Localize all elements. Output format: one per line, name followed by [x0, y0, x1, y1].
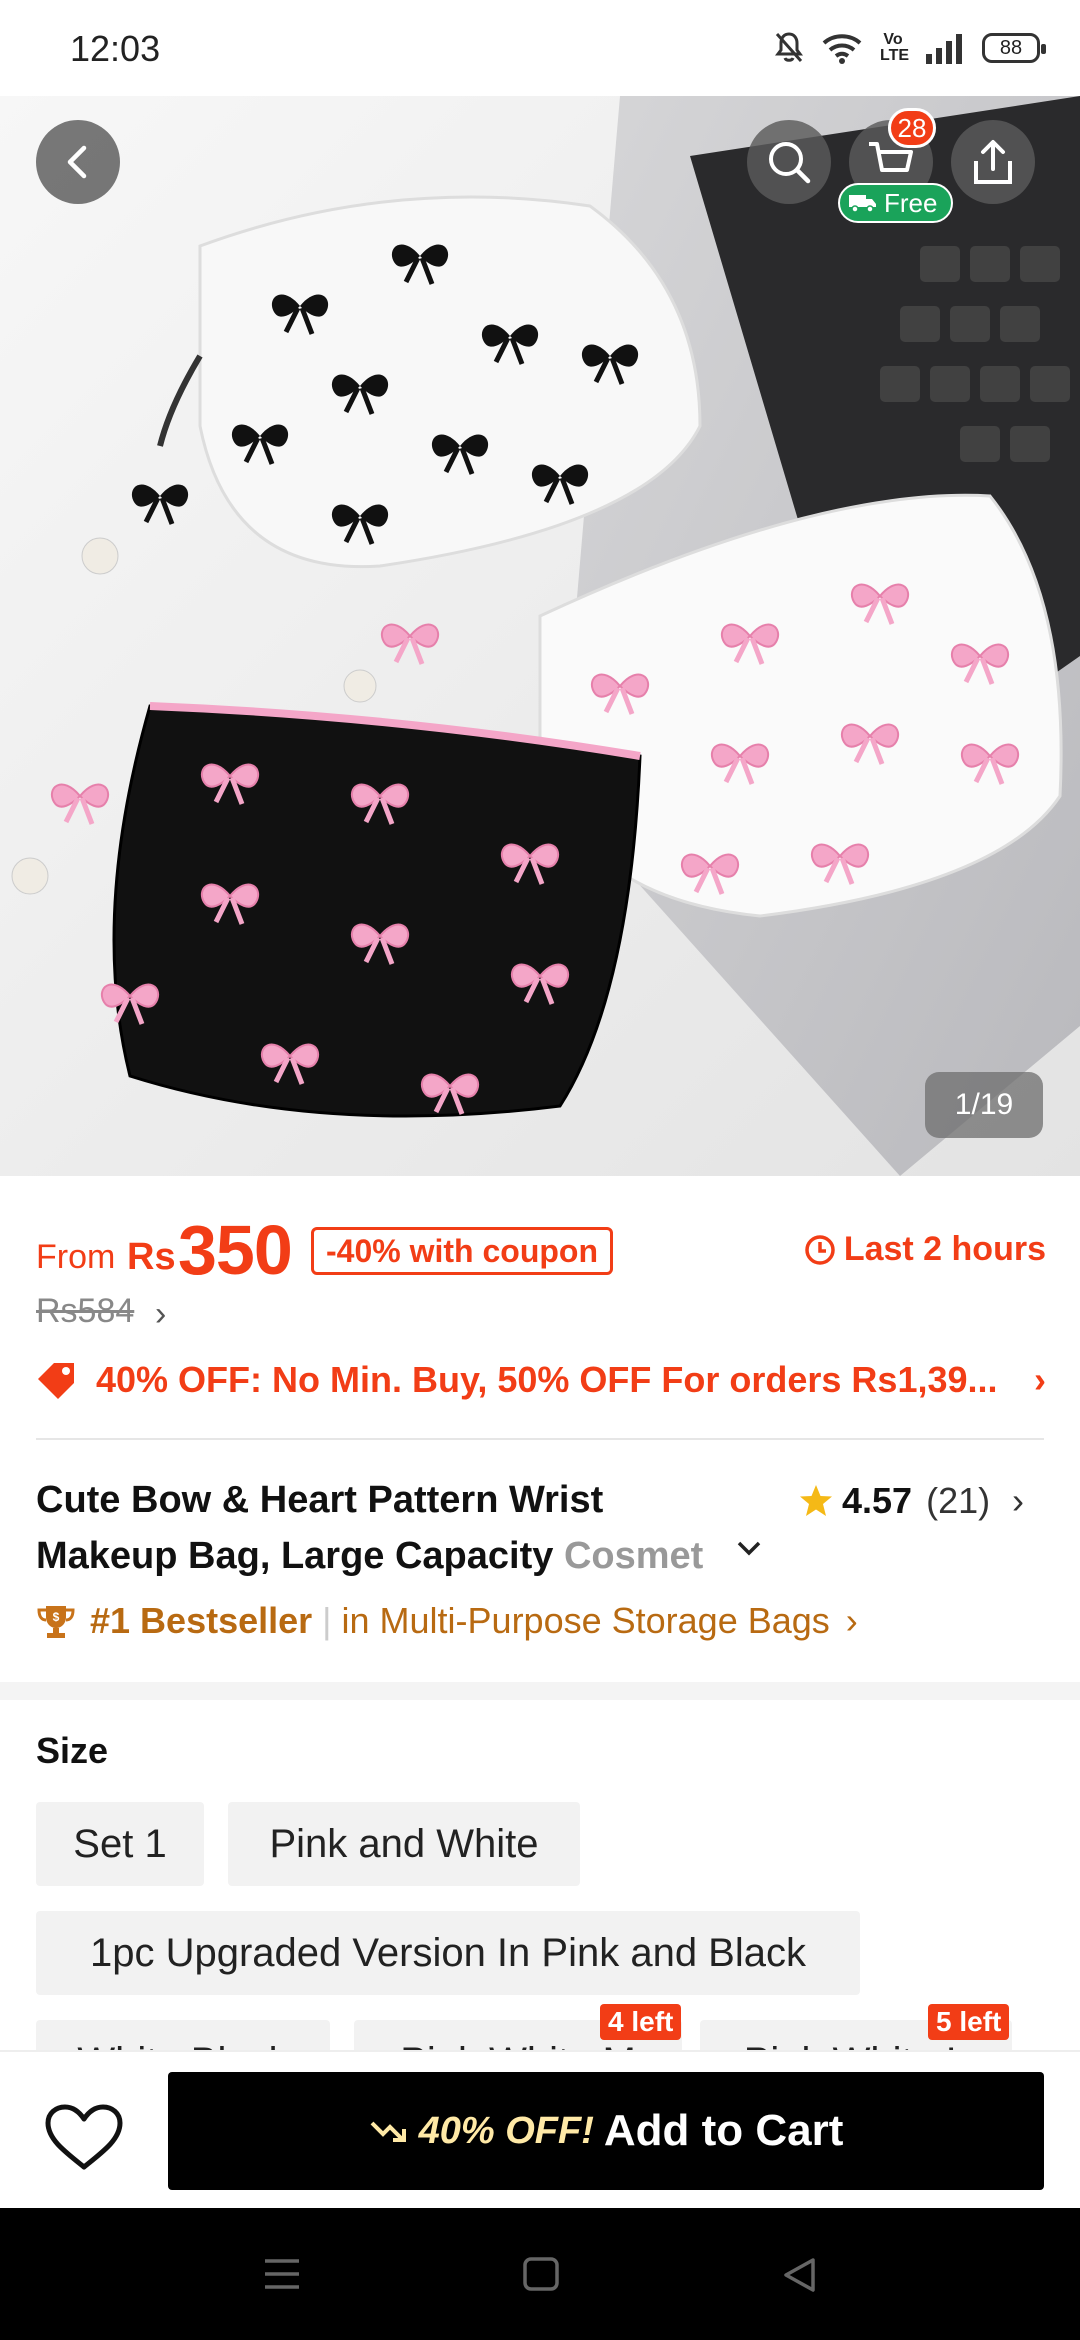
share-icon	[974, 140, 1012, 184]
truck-icon	[849, 195, 876, 213]
wifi-icon	[822, 34, 862, 64]
back-icon	[67, 145, 87, 179]
chevron-right-icon[interactable]: ›	[1012, 1480, 1024, 1522]
original-price[interactable]: Rs584	[36, 1292, 134, 1331]
title-line-2: Makeup Bag, Large Capacity Cosmet	[36, 1528, 776, 1584]
timer-text: Last 2 hours	[843, 1230, 1046, 1268]
title-line-2-main: Makeup Bag, Large Capacity	[36, 1535, 564, 1577]
section-gap	[0, 1682, 1080, 1700]
promo-timer: Last 2 hours	[804, 1230, 1046, 1269]
free-shipping-badge: Free	[838, 183, 954, 223]
divider	[36, 1438, 1044, 1440]
price-row: From Rs 350 -40% with coupon Last 2 hour…	[36, 1210, 1046, 1289]
separator: |	[322, 1600, 332, 1641]
status-bar: 12:03 Vo LTE 88	[0, 0, 1080, 96]
bestseller-category: in Multi-Purpose Storage Bags	[341, 1600, 830, 1641]
cart-count-badge: 28	[888, 108, 936, 148]
size-option[interactable]: Set 1	[36, 1802, 204, 1886]
add-to-cart-button[interactable]: 40% OFF! Add to Cart	[168, 2072, 1044, 2190]
promo-banner[interactable]: 40% OFF: No Min. Buy, 50% OFF For orders…	[36, 1355, 1046, 1405]
stock-badge: 4 left	[600, 2004, 682, 2040]
home-icon[interactable]	[522, 2256, 560, 2292]
promo-text: 40% OFF: No Min. Buy, 50% OFF For orders…	[96, 1359, 998, 1400]
action-bar: 40% OFF! Add to Cart	[0, 2050, 1080, 2208]
chevron-right-icon: ›	[845, 1600, 858, 1641]
back-nav-icon[interactable]	[780, 2256, 818, 2294]
search-button[interactable]	[747, 120, 831, 204]
wishlist-button[interactable]	[42, 2100, 126, 2176]
cta-discount: 40% OFF!	[418, 2109, 594, 2152]
title-line-2-fade: Cosmet	[563, 1535, 704, 1577]
chevron-right-icon[interactable]: ›	[155, 1295, 166, 1334]
coupon-badge[interactable]: -40% with coupon	[311, 1227, 613, 1275]
bestseller-rank: #1 Bestseller	[90, 1600, 313, 1641]
battery-icon: 88	[982, 33, 1046, 63]
search-icon	[769, 142, 811, 184]
size-option[interactable]: Pink and White	[228, 1802, 580, 1886]
heart-icon	[45, 2104, 123, 2170]
chevron-down-icon[interactable]	[734, 1538, 764, 1558]
rating-count: (21)	[926, 1480, 991, 1521]
price-from-label: From	[36, 1238, 116, 1276]
product-photo	[0, 96, 1080, 1176]
bell-off-icon	[775, 32, 803, 62]
rating-score: 4.57	[842, 1480, 913, 1521]
size-label: Size	[36, 1730, 109, 1771]
price-value: 350	[178, 1211, 293, 1289]
back-button[interactable]	[36, 120, 120, 204]
clock-icon	[805, 1234, 835, 1265]
stock-badge: 5 left	[928, 2004, 1010, 2040]
product-title[interactable]: Cute Bow & Heart Pattern Wrist Makeup Ba…	[36, 1472, 776, 1584]
product-image[interactable]: 28 Free 1/19	[0, 96, 1080, 1176]
trend-down-icon	[370, 2121, 406, 2142]
status-icons: Vo LTE 88	[774, 28, 1046, 68]
title-line-1: Cute Bow & Heart Pattern Wrist	[36, 1479, 604, 1521]
status-time: 12:03	[70, 28, 161, 69]
chevron-right-icon: ›	[1034, 1359, 1046, 1400]
share-button[interactable]	[951, 120, 1035, 204]
star-icon	[800, 1485, 832, 1516]
image-counter: 1/19	[925, 1072, 1043, 1138]
bestseller-badge[interactable]: $ #1 Bestseller | in Multi-Purpose Stora…	[36, 1600, 858, 1642]
menu-icon[interactable]	[262, 2256, 302, 2292]
trophy-icon: $	[37, 1606, 75, 1638]
cta-label: Add to Cart	[603, 2106, 844, 2155]
price-currency: Rs	[127, 1236, 176, 1278]
system-nav-bar	[0, 2208, 1080, 2340]
free-shipping-label: Free	[884, 187, 938, 218]
tag-icon	[38, 1363, 74, 1399]
volte-icon: Vo LTE	[880, 31, 910, 64]
size-option[interactable]: 1pc Upgraded Version In Pink and Black	[36, 1911, 860, 1995]
signal-icon	[926, 34, 962, 64]
svg-text:$: $	[53, 1610, 60, 1624]
rating[interactable]: 4.57 (21)	[798, 1480, 990, 1522]
